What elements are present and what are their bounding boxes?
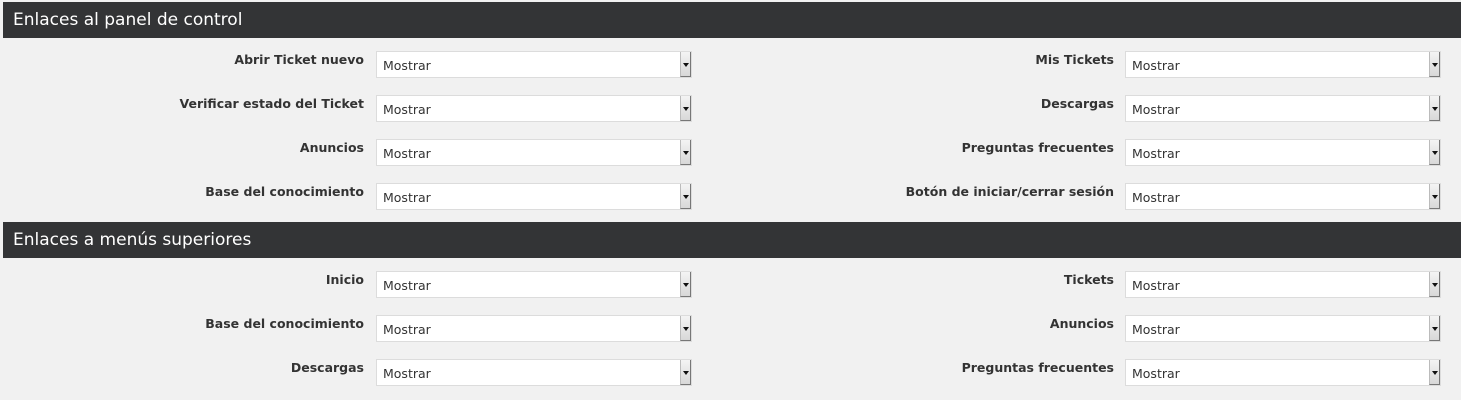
chevron-down-icon[interactable] (1429, 184, 1440, 209)
chevron-down-icon[interactable] (680, 96, 691, 121)
select-value: Mostrar (1132, 146, 1180, 161)
visibility-select[interactable]: Mostrar (1125, 183, 1441, 210)
chevron-down-icon[interactable] (1429, 140, 1440, 165)
chevron-down-icon[interactable] (1429, 360, 1440, 385)
chevron-down-icon[interactable] (680, 184, 691, 209)
field-label: Base del conocimiento (205, 184, 364, 199)
section-header: Enlaces al panel de control (3, 2, 1461, 38)
chevron-down-icon[interactable] (680, 316, 691, 341)
field-label: Preguntas frecuentes (961, 360, 1114, 375)
field-label: Botón de iniciar/cerrar sesión (905, 184, 1114, 199)
field-label: Abrir Ticket nuevo (234, 52, 364, 67)
select-value: Mostrar (383, 146, 431, 161)
chevron-down-icon[interactable] (680, 360, 691, 385)
chevron-down-icon[interactable] (1429, 272, 1440, 297)
select-value: Mostrar (383, 190, 431, 205)
chevron-down-icon[interactable] (680, 272, 691, 297)
visibility-select[interactable]: Mostrar (1125, 51, 1441, 78)
visibility-select[interactable]: Mostrar (376, 139, 692, 166)
chevron-down-icon[interactable] (1429, 316, 1440, 341)
chevron-down-icon[interactable] (1429, 52, 1440, 77)
select-value: Mostrar (383, 278, 431, 293)
visibility-select[interactable]: Mostrar (376, 315, 692, 342)
select-value: Mostrar (1132, 278, 1180, 293)
visibility-select[interactable]: Mostrar (376, 271, 692, 298)
chevron-down-icon[interactable] (680, 140, 691, 165)
select-value: Mostrar (1132, 322, 1180, 337)
select-value: Mostrar (1132, 102, 1180, 117)
visibility-select[interactable]: Mostrar (1125, 95, 1441, 122)
visibility-select[interactable]: Mostrar (1125, 359, 1441, 386)
select-value: Mostrar (383, 58, 431, 73)
visibility-select[interactable]: Mostrar (1125, 139, 1441, 166)
field-label: Preguntas frecuentes (961, 140, 1114, 155)
field-label: Mis Tickets (1035, 52, 1114, 67)
chevron-down-icon[interactable] (680, 52, 691, 77)
field-label: Descargas (1040, 96, 1114, 111)
field-label: Anuncios (299, 140, 364, 155)
visibility-select[interactable]: Mostrar (376, 51, 692, 78)
section-header: Enlaces a menús superiores (3, 222, 1461, 258)
select-value: Mostrar (1132, 190, 1180, 205)
field-label: Tickets (1063, 272, 1114, 287)
field-label: Verificar estado del Ticket (179, 96, 364, 111)
select-value: Mostrar (383, 102, 431, 117)
field-label: Descargas (290, 360, 364, 375)
field-label: Anuncios (1049, 316, 1114, 331)
chevron-down-icon[interactable] (1429, 96, 1440, 121)
select-value: Mostrar (1132, 58, 1180, 73)
visibility-select[interactable]: Mostrar (376, 183, 692, 210)
select-value: Mostrar (383, 322, 431, 337)
visibility-select[interactable]: Mostrar (1125, 271, 1441, 298)
field-label: Inicio (325, 272, 364, 287)
visibility-select[interactable]: Mostrar (376, 95, 692, 122)
select-value: Mostrar (1132, 366, 1180, 381)
visibility-select[interactable]: Mostrar (1125, 315, 1441, 342)
visibility-select[interactable]: Mostrar (376, 359, 692, 386)
select-value: Mostrar (383, 366, 431, 381)
field-label: Base del conocimiento (205, 316, 364, 331)
